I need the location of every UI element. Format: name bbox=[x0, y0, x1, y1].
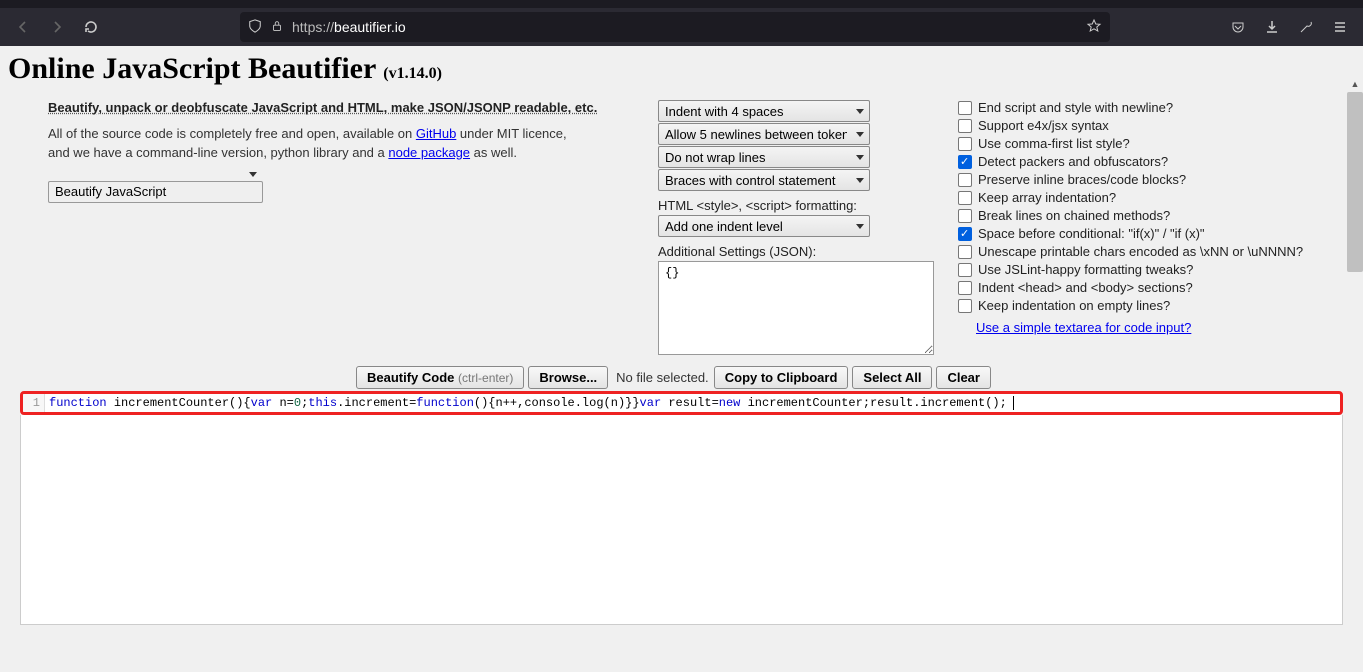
newlines-select[interactable]: Allow 5 newlines between tokens bbox=[658, 123, 870, 145]
language-select[interactable]: Beautify JavaScript bbox=[48, 181, 263, 203]
option-row[interactable]: Detect packers and obfuscators? bbox=[958, 154, 1355, 169]
option-checkbox[interactable] bbox=[958, 173, 972, 187]
option-label: Use comma-first list style? bbox=[978, 136, 1130, 151]
option-checkbox[interactable] bbox=[958, 101, 972, 115]
additional-settings-label: Additional Settings (JSON): bbox=[658, 244, 938, 259]
action-bar: Beautify Code (ctrl-enter) Browse... No … bbox=[8, 366, 1355, 389]
option-checkbox[interactable] bbox=[958, 191, 972, 205]
option-label: Indent <head> and <body> sections? bbox=[978, 280, 1193, 295]
additional-settings-input[interactable] bbox=[658, 261, 934, 355]
option-checkbox[interactable] bbox=[958, 245, 972, 259]
clear-button[interactable]: Clear bbox=[936, 366, 991, 389]
code-line[interactable]: function incrementCounter(){var n=0;this… bbox=[45, 394, 1340, 412]
devtools-icon[interactable] bbox=[1291, 12, 1321, 42]
browser-tab-strip bbox=[0, 0, 1363, 8]
editor-empty-area[interactable] bbox=[20, 415, 1343, 625]
html-format-label: HTML <style>, <script> formatting: bbox=[658, 198, 938, 213]
option-label: Use JSLint-happy formatting tweaks? bbox=[978, 262, 1193, 277]
downloads-icon[interactable] bbox=[1257, 12, 1287, 42]
option-row[interactable]: End script and style with newline? bbox=[958, 100, 1355, 115]
copy-clipboard-button[interactable]: Copy to Clipboard bbox=[714, 366, 849, 389]
bookmark-star-icon[interactable] bbox=[1086, 18, 1102, 37]
option-label: Unescape printable chars encoded as \xNN… bbox=[978, 244, 1303, 259]
node-package-link[interactable]: node package bbox=[388, 145, 470, 160]
option-row[interactable]: Use JSLint-happy formatting tweaks? bbox=[958, 262, 1355, 277]
option-label: End script and style with newline? bbox=[978, 100, 1173, 115]
option-row[interactable]: Space before conditional: "if(x)" / "if … bbox=[958, 226, 1355, 241]
url-bar[interactable]: https://beautifier.io bbox=[240, 12, 1110, 42]
option-checkbox[interactable] bbox=[958, 137, 972, 151]
html-format-select[interactable]: Add one indent level bbox=[658, 215, 870, 237]
indent-select[interactable]: Indent with 4 spaces bbox=[658, 100, 870, 122]
pocket-icon[interactable] bbox=[1223, 12, 1253, 42]
back-button[interactable] bbox=[8, 12, 38, 42]
file-status: No file selected. bbox=[616, 370, 709, 385]
forward-button[interactable] bbox=[42, 12, 72, 42]
option-checkbox[interactable] bbox=[958, 119, 972, 133]
url-text: https://beautifier.io bbox=[292, 19, 1078, 35]
reload-button[interactable] bbox=[76, 12, 106, 42]
shield-icon bbox=[248, 19, 262, 36]
option-checkbox[interactable] bbox=[958, 209, 972, 223]
scroll-thumb[interactable] bbox=[1347, 92, 1363, 272]
menu-icon[interactable] bbox=[1325, 12, 1355, 42]
option-label: Keep indentation on empty lines? bbox=[978, 298, 1170, 313]
browser-toolbar: https://beautifier.io bbox=[0, 8, 1363, 46]
browse-button[interactable]: Browse... bbox=[528, 366, 608, 389]
braces-select[interactable]: Braces with control statement bbox=[658, 169, 870, 191]
option-row[interactable]: Support e4x/jsx syntax bbox=[958, 118, 1355, 133]
editor-gutter: 1 bbox=[23, 394, 45, 412]
option-checkbox[interactable] bbox=[958, 227, 972, 241]
github-link[interactable]: GitHub bbox=[416, 126, 456, 141]
option-checkbox[interactable] bbox=[958, 263, 972, 277]
option-label: Space before conditional: "if(x)" / "if … bbox=[978, 226, 1205, 241]
option-label: Detect packers and obfuscators? bbox=[978, 154, 1168, 169]
option-label: Break lines on chained methods? bbox=[978, 208, 1170, 223]
wrap-select[interactable]: Do not wrap lines bbox=[658, 146, 870, 168]
beautify-button[interactable]: Beautify Code (ctrl-enter) bbox=[356, 366, 524, 389]
option-row[interactable]: Indent <head> and <body> sections? bbox=[958, 280, 1355, 295]
option-row[interactable]: Keep indentation on empty lines? bbox=[958, 298, 1355, 313]
option-row[interactable]: Break lines on chained methods? bbox=[958, 208, 1355, 223]
option-row[interactable]: Use comma-first list style? bbox=[958, 136, 1355, 151]
page-content: Online JavaScript Beautifier (v1.14.0) B… bbox=[0, 46, 1363, 637]
description: All of the source code is completely fre… bbox=[48, 125, 638, 163]
option-checkbox[interactable] bbox=[958, 281, 972, 295]
simple-textarea-link[interactable]: Use a simple textarea for code input? bbox=[976, 320, 1191, 335]
scroll-up-arrow[interactable]: ▲ bbox=[1347, 76, 1363, 92]
page-title: Online JavaScript Beautifier (v1.14.0) bbox=[8, 52, 1355, 86]
select-all-button[interactable]: Select All bbox=[852, 366, 932, 389]
option-checkbox[interactable] bbox=[958, 299, 972, 313]
option-label: Keep array indentation? bbox=[978, 190, 1116, 205]
code-editor[interactable]: 1 function incrementCounter(){var n=0;th… bbox=[20, 391, 1343, 415]
option-row[interactable]: Keep array indentation? bbox=[958, 190, 1355, 205]
option-row[interactable]: Preserve inline braces/code blocks? bbox=[958, 172, 1355, 187]
option-label: Support e4x/jsx syntax bbox=[978, 118, 1109, 133]
option-label: Preserve inline braces/code blocks? bbox=[978, 172, 1186, 187]
tagline: Beautify, unpack or deobfuscate JavaScri… bbox=[48, 100, 597, 115]
lock-icon bbox=[270, 19, 284, 36]
option-row[interactable]: Unescape printable chars encoded as \xNN… bbox=[958, 244, 1355, 259]
page-scrollbar[interactable]: ▲ bbox=[1347, 92, 1363, 672]
option-checkbox[interactable] bbox=[958, 155, 972, 169]
